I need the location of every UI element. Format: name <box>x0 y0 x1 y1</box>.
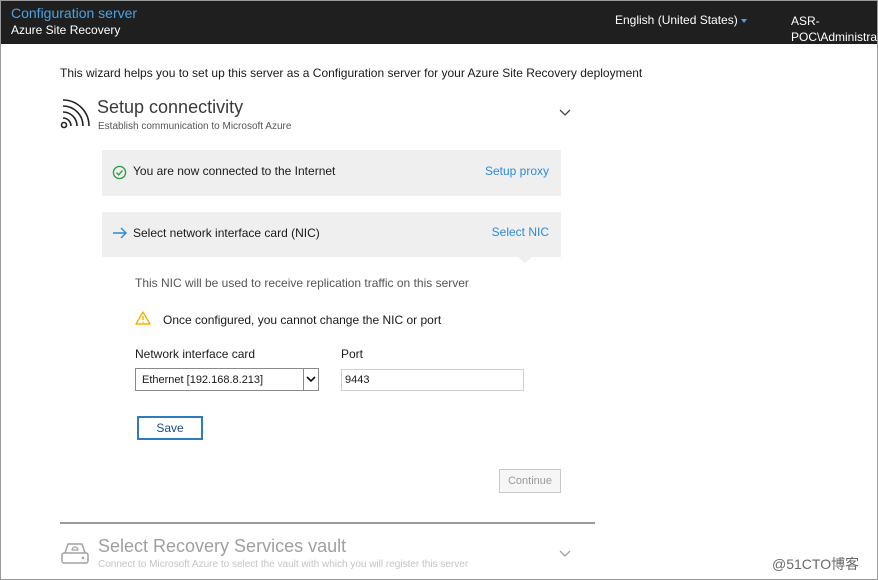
setup-proxy-link[interactable]: Setup proxy <box>485 164 549 178</box>
wifi-signal-icon <box>60 99 90 129</box>
app-window: Configuration server Azure Site Recovery… <box>0 0 878 580</box>
step-select-nic: Select network interface card (NIC) Sele… <box>102 212 561 257</box>
continue-button[interactable]: Continue <box>499 469 561 493</box>
user-account[interactable]: ASR- POC\Administrat <box>791 13 878 45</box>
section-subtitle: Establish communication to Microsoft Azu… <box>98 121 292 132</box>
panel-pointer <box>518 257 532 263</box>
nic-selected-value: Ethernet [192.168.8.213] <box>142 374 264 386</box>
step-label: Select network interface card (NIC) <box>133 226 320 240</box>
watermark-text: @51CTO博客 <box>772 556 860 572</box>
warning-text: Once configured, you cannot change the N… <box>163 313 442 327</box>
nic-dropdown[interactable]: Ethernet [192.168.8.213] <box>135 368 319 391</box>
caret-down-icon <box>740 18 747 23</box>
next-section-title[interactable]: Select Recovery Services vault <box>98 536 346 557</box>
select-nic-link[interactable]: Select NIC <box>492 225 549 239</box>
header-bar: Configuration server Azure Site Recovery… <box>1 1 878 45</box>
user-line-1: ASR- <box>791 14 820 28</box>
section-divider <box>60 522 595 524</box>
nic-description: This NIC will be used to receive replica… <box>135 276 469 290</box>
save-button[interactable]: Save <box>137 416 203 440</box>
port-field-label: Port <box>341 347 364 361</box>
next-section-subtitle: Connect to Microsoft Azure to select the… <box>98 559 469 570</box>
step-label: You are now connected to the Internet <box>133 164 336 178</box>
chevron-down-icon <box>306 376 316 383</box>
wizard-intro: This wizard helps you to set up this ser… <box>60 66 643 80</box>
language-selector[interactable]: English (United States) <box>615 13 747 27</box>
app-title: Configuration server <box>11 5 138 21</box>
section-title: Setup connectivity <box>97 97 244 117</box>
app-subtitle: Azure Site Recovery <box>11 23 121 37</box>
chevron-down-icon[interactable] <box>559 109 571 117</box>
warning-icon <box>135 311 151 325</box>
language-label: English (United States) <box>615 13 738 27</box>
check-circle-icon <box>112 165 127 180</box>
arrow-right-icon <box>113 227 127 239</box>
chevron-down-icon[interactable] <box>559 550 571 558</box>
step-internet-connection: You are now connected to the Internet Se… <box>102 150 561 196</box>
nic-field-label: Network interface card <box>135 347 256 361</box>
user-line-2: POC\Administrat <box>791 30 878 44</box>
dropdown-button[interactable] <box>303 369 318 390</box>
vault-drive-icon <box>61 543 89 564</box>
port-input[interactable] <box>341 369 524 391</box>
